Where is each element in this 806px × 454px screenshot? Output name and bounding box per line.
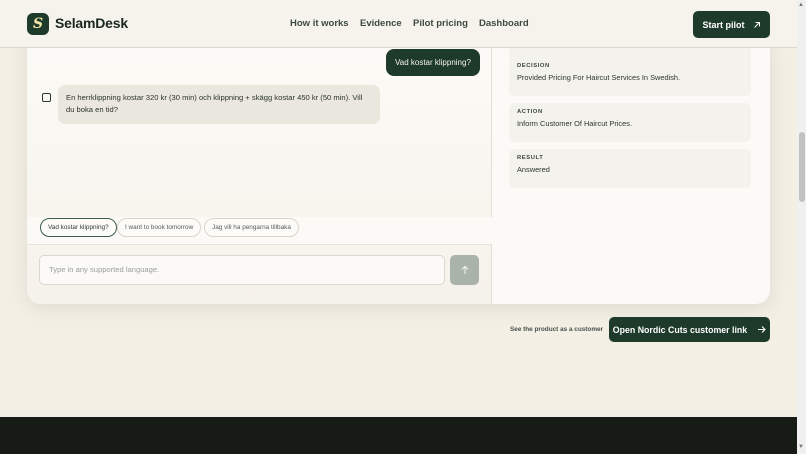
log-label: RESULT <box>517 155 544 161</box>
scroll-up-arrow-icon[interactable]: ▲ <box>798 2 804 8</box>
nav-how-it-works[interactable]: How it works <box>290 18 349 29</box>
scroll-down-arrow-icon[interactable]: ▼ <box>798 444 804 450</box>
user-message-bubble: Vad kostar klippning? <box>386 49 480 76</box>
brand-name[interactable]: SelamDesk <box>55 15 128 31</box>
start-pilot-button[interactable]: Start pilot <box>693 11 770 38</box>
scrollbar-thumb[interactable] <box>799 132 805 202</box>
site-footer <box>0 417 797 454</box>
scrollbar-track[interactable] <box>797 0 806 454</box>
arrow-up-icon <box>460 265 469 274</box>
nav-dashboard[interactable]: Dashboard <box>479 18 529 29</box>
log-item-result: RESULT Answered <box>509 149 751 188</box>
log-label: DECISION <box>517 63 550 69</box>
open-customer-link-label: Open Nordic Cuts customer link <box>612 324 748 335</box>
bot-icon <box>42 93 51 102</box>
decision-log-pane: DECISION Provided Pricing For Haircut Se… <box>493 30 770 304</box>
nav-pilot-pricing[interactable]: Pilot pricing <box>413 18 468 29</box>
start-pilot-label: Start pilot <box>702 19 745 30</box>
message-input[interactable]: Type in any supported language. <box>39 255 445 285</box>
log-value: Provided Pricing For Haircut Services In… <box>517 73 681 82</box>
log-value: Answered <box>517 165 550 174</box>
arrow-right-icon <box>758 326 766 333</box>
log-item-action: ACTION Inform Customer Of Haircut Prices… <box>509 103 751 142</box>
open-customer-link-button[interactable]: Open Nordic Cuts customer link <box>609 317 770 342</box>
suggestion-bar: Vad kostar klippning? I want to book tom… <box>27 217 492 245</box>
chat-pane: Vad kostar klippning? En herrklippning k… <box>27 30 492 304</box>
bot-message-line: En herrklippning kostar 320 kr (30 min) … <box>66 93 363 102</box>
arrow-up-right-icon <box>753 21 760 28</box>
demo-card: Vad kostar klippning? En herrklippning k… <box>27 30 770 304</box>
bot-message-bubble: En herrklippning kostar 320 kr (30 min) … <box>58 85 380 124</box>
log-label: ACTION <box>517 109 543 115</box>
customer-view-caption: See the product as a customer <box>510 326 604 333</box>
log-value: Inform Customer Of Haircut Prices. <box>517 119 632 128</box>
nav-evidence[interactable]: Evidence <box>360 18 402 29</box>
log-item-decision: DECISION Provided Pricing For Haircut Se… <box>509 57 751 96</box>
bot-message-line: du boka en tid? <box>66 105 118 114</box>
suggestion-chip[interactable]: I want to book tomorrow <box>117 218 202 237</box>
suggestion-chip[interactable]: Jag vill ha pengarna tillbaka <box>204 218 299 237</box>
send-button[interactable] <box>450 255 479 285</box>
logo-icon[interactable]: S <box>27 13 49 35</box>
suggestion-chip[interactable]: Vad kostar klippning? <box>40 218 117 237</box>
site-header-overlay: S SelamDesk How it works Evidence Pilot … <box>0 0 797 48</box>
